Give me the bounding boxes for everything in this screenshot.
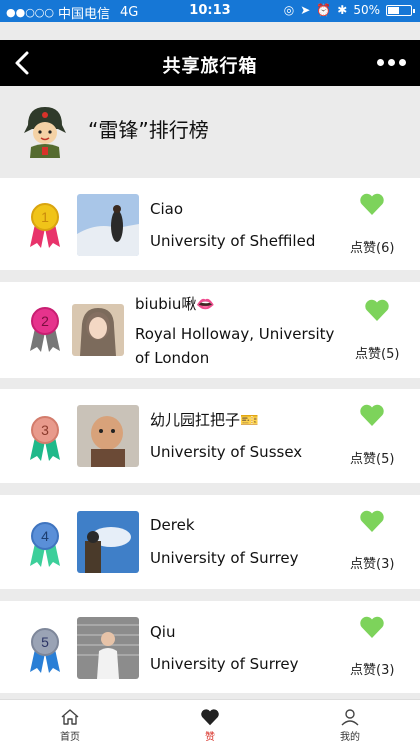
bluetooth-icon: ✱ — [337, 3, 348, 17]
leaderboard-title: “雷锋”排行榜 — [88, 118, 209, 142]
ranking-header: “雷锋”排行榜 — [0, 86, 420, 178]
medal-rank-number: 4 — [41, 528, 49, 544]
like-heart-icon[interactable] — [359, 192, 385, 216]
medal-rank-number: 2 — [41, 313, 49, 329]
like-count: 点赞(3) — [350, 557, 395, 572]
medal-icon-rank-2: 2 — [30, 307, 60, 352]
user-name: Derek — [150, 516, 195, 534]
like-count: 点赞(5) — [355, 347, 400, 362]
more-options-icon[interactable] — [377, 59, 406, 66]
medal-icon-rank-1: 1 — [30, 203, 60, 248]
medal-rank-number: 5 — [41, 634, 49, 650]
alarm-icon: ⏰ — [316, 3, 332, 17]
heart-icon — [201, 709, 219, 726]
tab-label: 我的 — [340, 732, 360, 743]
user-name: 幼儿园扛把子🎫 — [150, 411, 259, 429]
tab-label: 赞 — [205, 732, 215, 743]
like-count: 点赞(6) — [350, 241, 395, 256]
user-photo[interactable] — [77, 405, 139, 467]
lei-feng-mascot-icon — [24, 107, 66, 158]
medal-icon-rank-5: 5 — [30, 628, 60, 673]
tab-home[interactable]: 首页 — [0, 700, 140, 747]
user-school: University of Surrey — [150, 655, 299, 673]
like-heart-icon[interactable] — [359, 615, 385, 639]
user-photo[interactable] — [72, 304, 124, 356]
lock-rotation-icon: ◎ — [283, 3, 295, 17]
user-photo[interactable] — [77, 194, 139, 256]
battery-percent: 50% — [353, 3, 380, 17]
navigation-bar: 共享旅行箱 — [0, 40, 420, 86]
medal-rank-number: 3 — [41, 422, 49, 438]
location-icon: ➤ — [300, 3, 311, 17]
tab-profile[interactable]: 我的 — [280, 700, 420, 747]
like-count: 点赞(3) — [350, 663, 395, 678]
like-count: 点赞(5) — [350, 452, 395, 467]
medal-icon-rank-3: 3 — [30, 416, 60, 461]
page-title: 共享旅行箱 — [162, 56, 258, 77]
user-school: Royal Holloway, University of London — [135, 325, 335, 367]
tab-likes[interactable]: 赞 — [140, 700, 280, 747]
user-school: University of Sheffiled — [150, 232, 316, 250]
ranking-row[interactable]: 3 幼儿园扛把子🎫 University of Sussex 点赞(5) — [0, 389, 420, 483]
user-name: Qiu — [150, 623, 176, 641]
like-heart-icon[interactable] — [359, 509, 385, 533]
medal-rank-number: 1 — [41, 209, 49, 225]
status-bar: ●●○○○ 中国电信 4G 10:13 ◎ ➤ ⏰ ✱ 50% — [0, 0, 420, 22]
ranking-row[interactable]: 5 Qiu University of Surrey 点赞(3) — [0, 601, 420, 693]
user-name: biubiu啾👄 — [135, 295, 216, 313]
ranking-row[interactable]: 4 Derek University of Surrey 点赞(3) — [0, 495, 420, 589]
battery-icon — [386, 4, 415, 16]
user-icon — [341, 709, 359, 726]
tab-label: 首页 — [60, 732, 80, 743]
user-name: Ciao — [150, 200, 184, 218]
home-icon — [61, 709, 79, 725]
like-heart-icon[interactable] — [364, 298, 390, 322]
user-photo[interactable] — [77, 511, 139, 573]
medal-icon-rank-4: 4 — [30, 522, 60, 567]
ranking-row[interactable]: 1 Ciao University of Sheffiled 点赞(6) — [0, 178, 420, 270]
user-school: University of Sussex — [150, 443, 303, 461]
user-photo[interactable] — [77, 617, 139, 679]
like-heart-icon[interactable] — [359, 403, 385, 427]
bottom-tab-bar: 首页 赞 我的 — [0, 699, 420, 747]
ranking-row[interactable]: 2 biubiu啾👄 Royal Holloway, University of… — [0, 282, 420, 378]
user-school: University of Surrey — [150, 549, 299, 567]
